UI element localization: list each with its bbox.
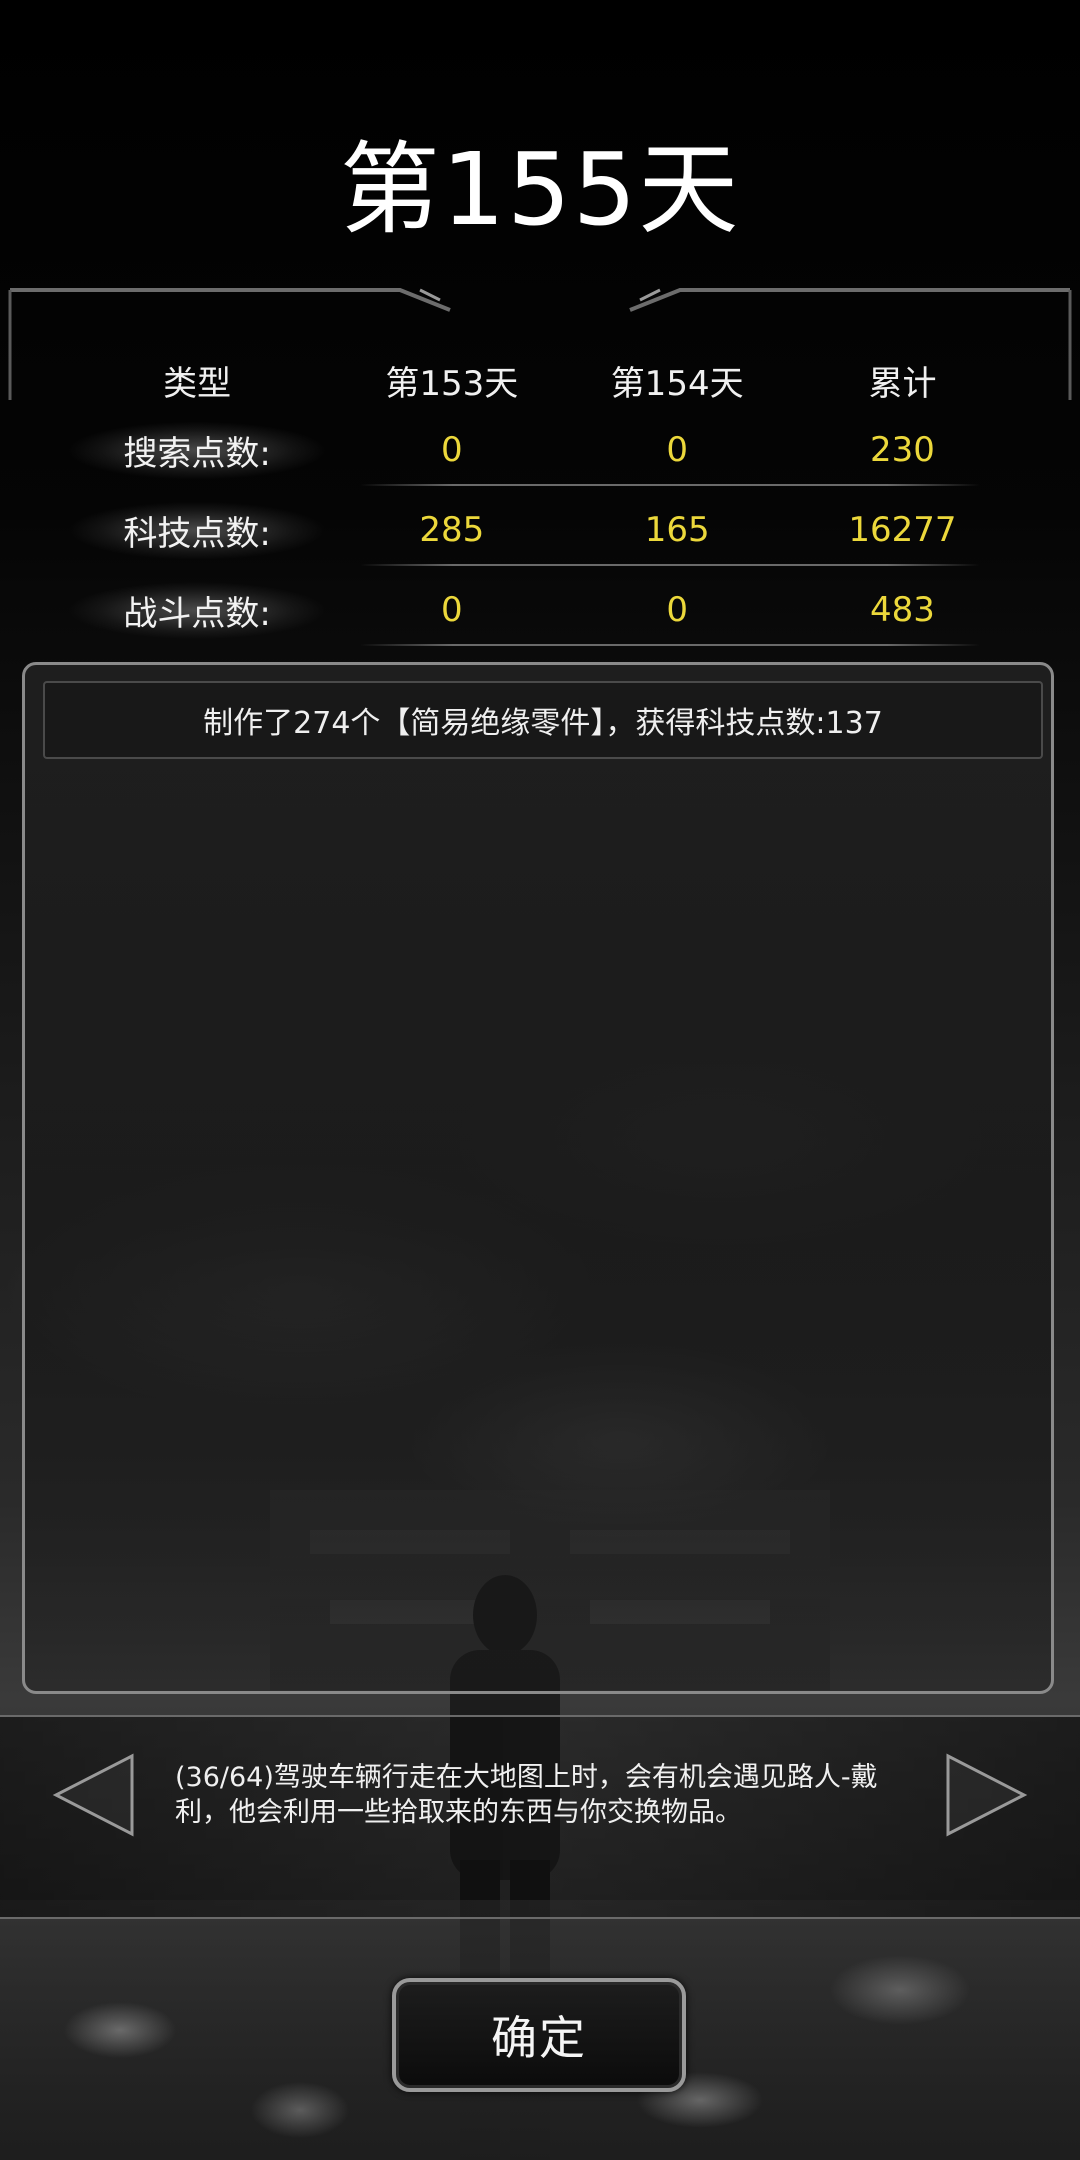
row-value: 0 <box>666 590 688 630</box>
confirm-button[interactable]: 确定 <box>392 1978 686 2092</box>
row-value: 230 <box>870 430 935 470</box>
stats-row-search: 搜索点数: 0 0 230 <box>60 410 1020 490</box>
row-divider <box>360 564 980 566</box>
row-value: 16277 <box>848 510 957 550</box>
day-title: 第155天 <box>339 131 741 248</box>
header-type: 类型 <box>163 363 232 404</box>
stats-row-tech: 科技点数: 285 165 16277 <box>60 490 1020 570</box>
row-label: 科技点数: <box>60 499 335 561</box>
tip-text: (36/64)驾驶车辆行走在大地图上时，会有机会遇见路人-戴利，他会利用一些拾取… <box>175 1762 878 1828</box>
row-value: 0 <box>441 430 463 470</box>
row-label: 战斗点数: <box>60 579 335 641</box>
row-value: 165 <box>644 510 710 550</box>
row-value: 483 <box>870 590 935 630</box>
triangle-right-icon[interactable] <box>940 1750 1030 1840</box>
row-divider <box>360 644 980 646</box>
row-value: 0 <box>666 430 688 470</box>
row-label: 搜索点数: <box>60 419 335 481</box>
row-value: 0 <box>441 590 463 630</box>
header-day153: 第153天 <box>385 363 519 404</box>
stats-row-combat: 战斗点数: 0 0 483 <box>60 570 1020 650</box>
triangle-left-icon[interactable] <box>50 1750 140 1840</box>
stats-table: 类型 第153天 第154天 累计 搜索点数: 0 0 230 科技点数: 28… <box>60 350 1020 650</box>
stats-header-row: 类型 第153天 第154天 累计 <box>60 350 1020 410</box>
header-day154: 第154天 <box>610 363 744 404</box>
row-divider <box>360 484 980 486</box>
event-log-panel[interactable]: 制作了274个【简易绝缘零件】，获得科技点数:137 <box>22 662 1054 1694</box>
header-total: 累计 <box>868 363 937 404</box>
row-value: 285 <box>419 510 485 550</box>
log-entry: 制作了274个【简易绝缘零件】，获得科技点数:137 <box>43 681 1043 759</box>
